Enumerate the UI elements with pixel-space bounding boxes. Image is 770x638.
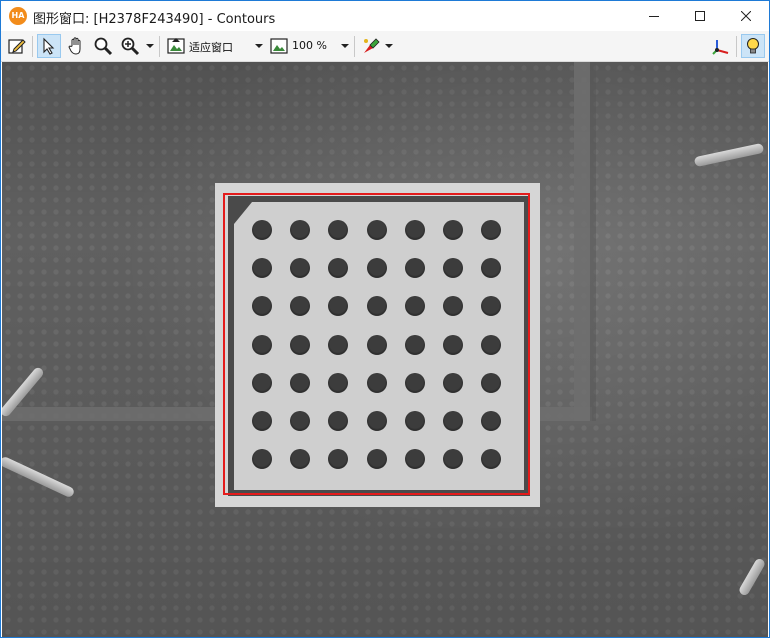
toolbar: 适应窗口 100 % (1, 31, 769, 62)
axes-icon (712, 40, 729, 55)
hand-icon (68, 37, 81, 55)
lightbulb-button[interactable] (741, 34, 765, 58)
contour-overlay (223, 193, 530, 495)
minimize-icon (649, 16, 659, 17)
zoom-in-tool-button[interactable] (118, 34, 142, 58)
magnifier-tool-button[interactable] (91, 34, 115, 58)
close-icon (741, 11, 751, 21)
background-groove (590, 62, 596, 421)
edit-icon (8, 39, 26, 54)
zoom-level-label[interactable]: 100 % (292, 39, 327, 52)
zoom-in-icon (121, 37, 140, 56)
paint-dropdown-arrow[interactable] (385, 44, 393, 48)
image-viewport[interactable] (2, 62, 768, 637)
zoom-level-dropdown-arrow[interactable] (341, 44, 349, 48)
pointer-icon (43, 37, 55, 55)
zoom-level-button[interactable] (267, 34, 291, 58)
zoom-image-icon (270, 38, 288, 54)
title-bar[interactable]: HA 图形窗口: [H2378F243490] - Contours (1, 1, 769, 31)
window-title: 图形窗口: [H2378F243490] - Contours (33, 12, 276, 27)
minimize-button[interactable] (631, 1, 677, 31)
paint-tool-button[interactable] (359, 34, 383, 58)
graphics-window: HA 图形窗口: [H2378F243490] - Contours 适应窗口 … (0, 0, 770, 638)
hand-tool-button[interactable] (64, 34, 88, 58)
app-logo-icon: HA (9, 7, 27, 25)
lightbulb-icon (747, 38, 759, 54)
toolbar-separator (354, 36, 355, 57)
magnifier-icon (94, 37, 113, 56)
paint-icon (364, 38, 380, 53)
close-button[interactable] (723, 1, 769, 31)
zoom-dropdown-arrow[interactable] (146, 44, 154, 48)
edit-tool-button[interactable] (5, 34, 29, 58)
fit-mode-dropdown-arrow[interactable] (255, 44, 263, 48)
toolbar-separator (159, 36, 160, 57)
axes-button[interactable] (709, 34, 733, 58)
fit-mode-label[interactable]: 适应窗口 (189, 39, 233, 55)
toolbar-separator (736, 36, 737, 57)
pointer-tool-button[interactable] (37, 34, 61, 58)
fit-window-button[interactable] (164, 34, 188, 58)
maximize-icon (695, 11, 705, 21)
background-groove (574, 62, 590, 421)
maximize-button[interactable] (677, 1, 723, 31)
toolbar-separator (32, 36, 33, 57)
fit-window-icon (167, 38, 185, 54)
